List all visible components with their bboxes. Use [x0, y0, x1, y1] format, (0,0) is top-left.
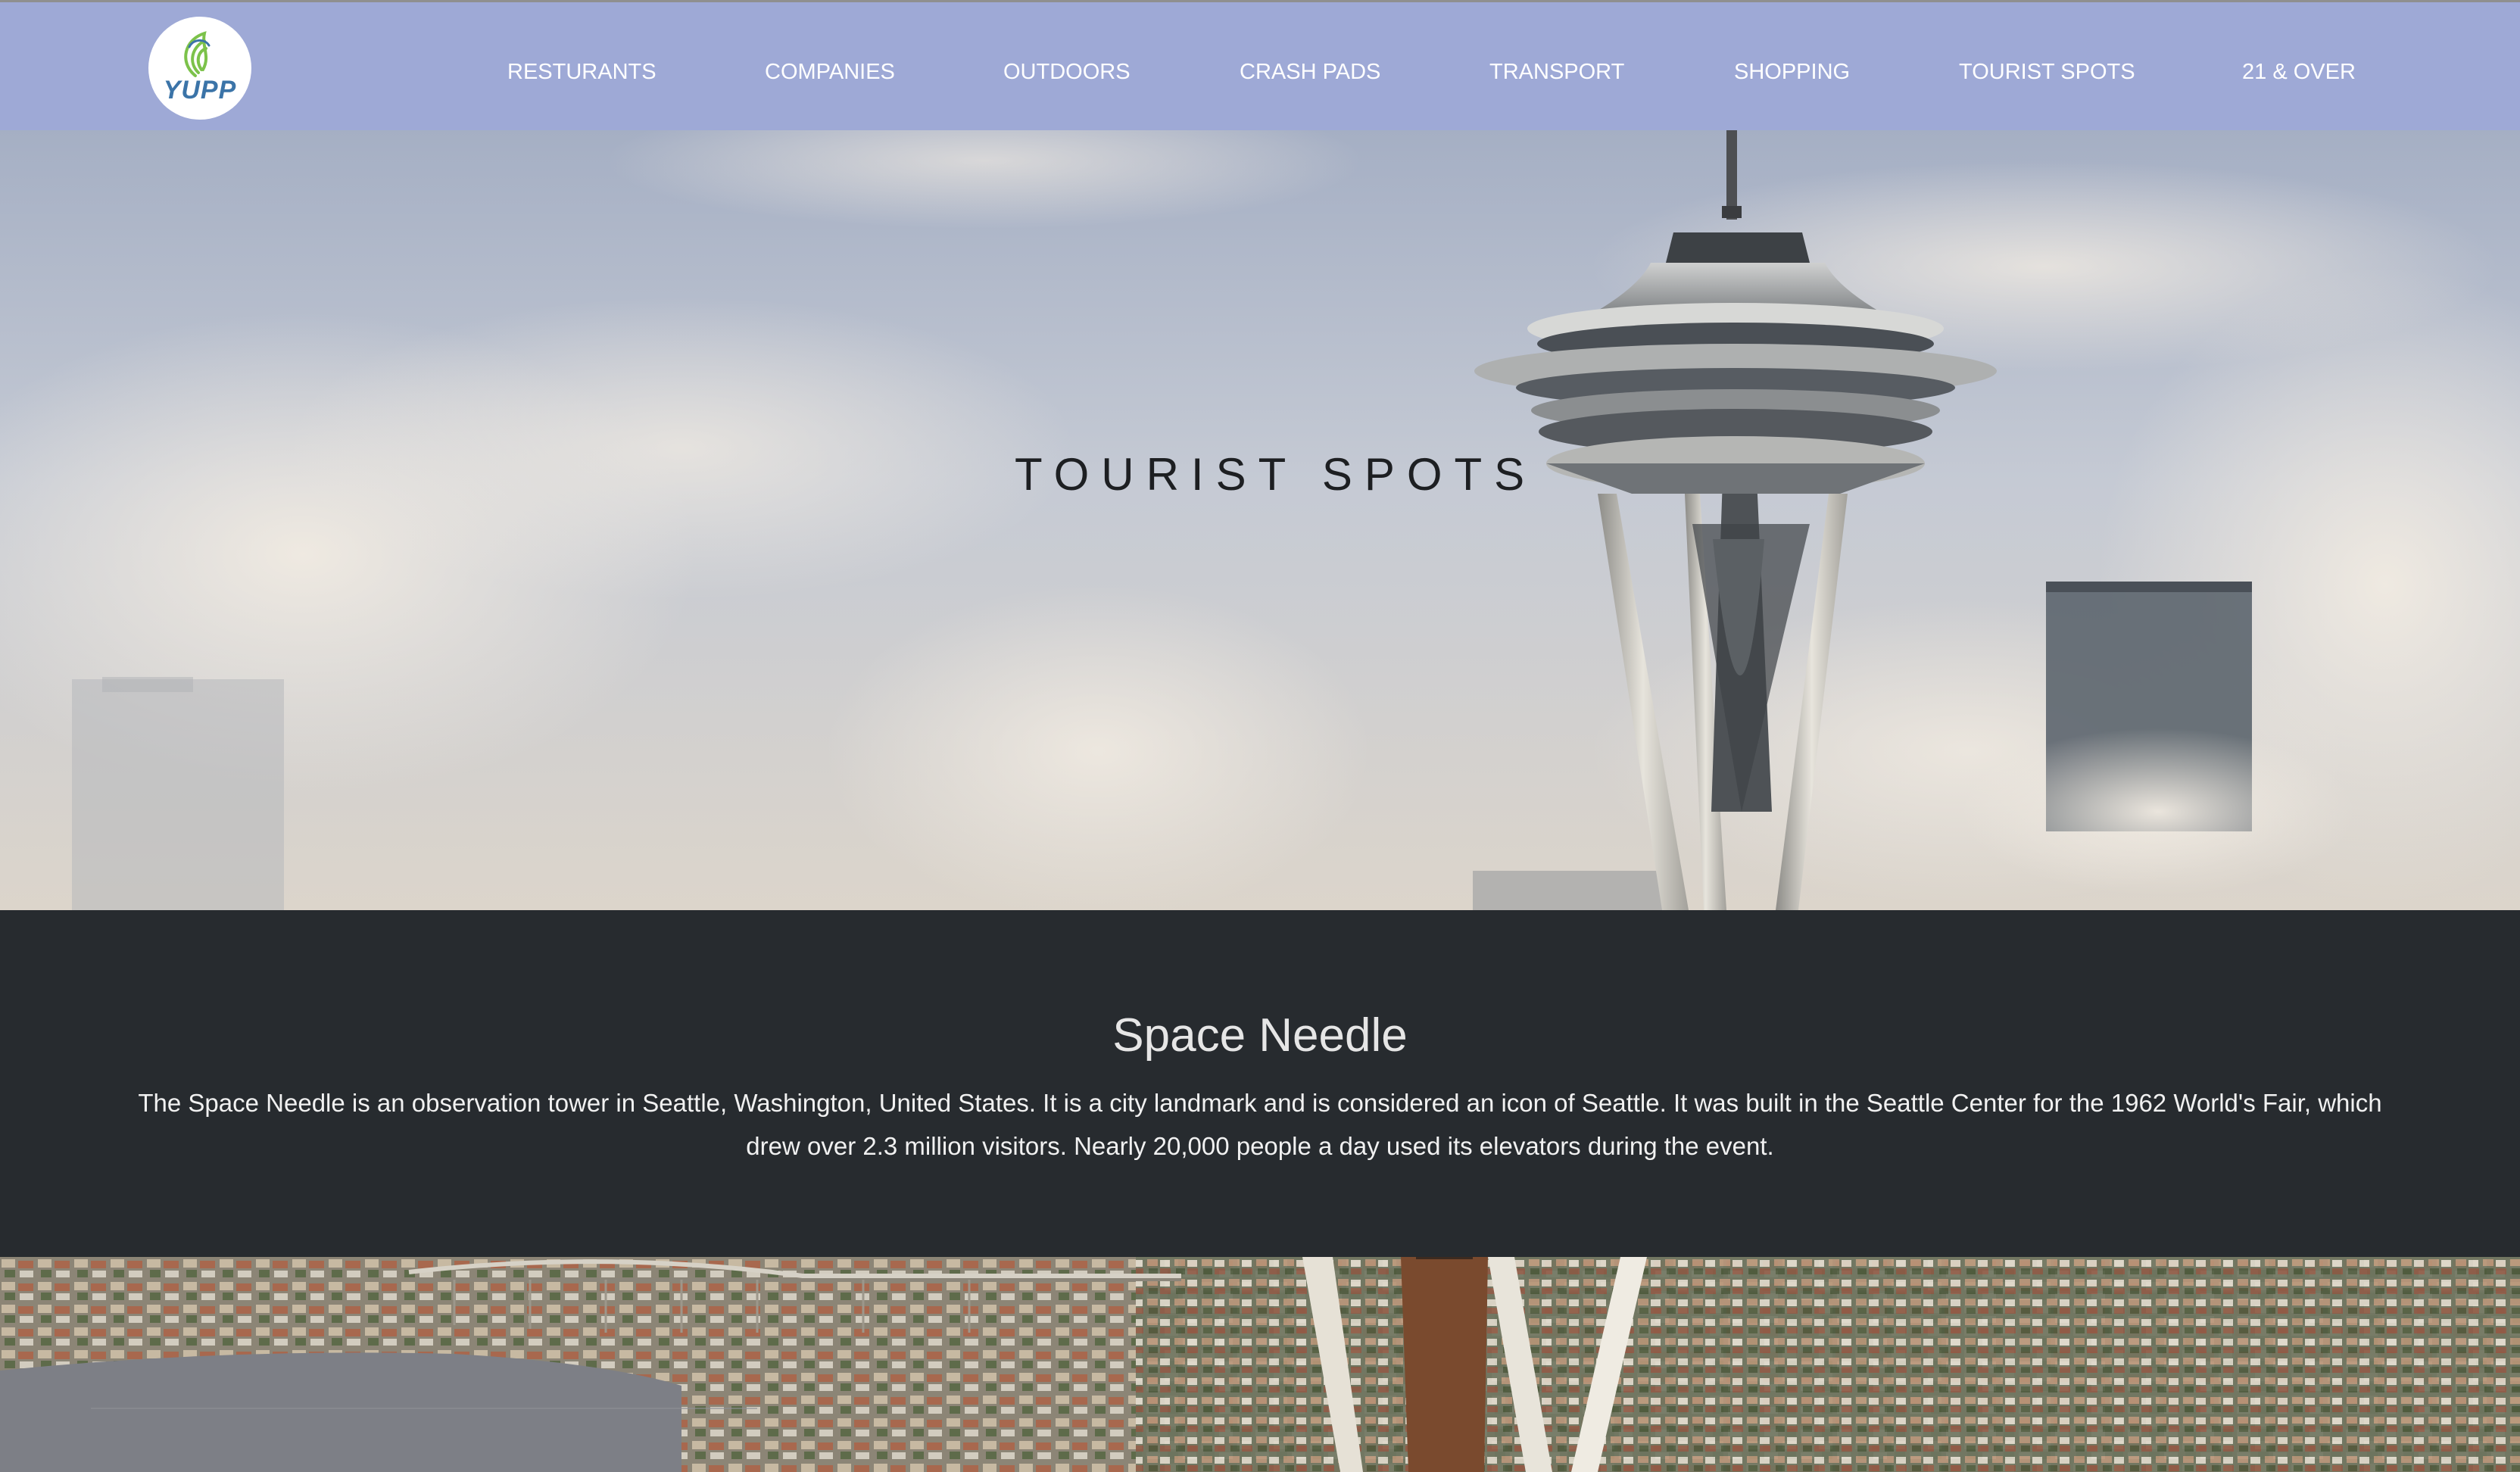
nav-item-shopping[interactable]: SHOPPING [1734, 57, 1850, 87]
logo-text: YUPP [163, 76, 237, 104]
nav-item-outdoors[interactable]: OUTDOORS [1003, 57, 1131, 87]
nav-item-resturants[interactable]: RESTURANTS [507, 57, 657, 87]
city-aerial-image [0, 1257, 2520, 1472]
hero-title: TOURIST SPOTS [1015, 449, 1537, 500]
hero-banner: TOURIST SPOTS [0, 130, 2520, 910]
navbar: YUPP RESTURANTS COMPANIES OUTDOORS CRASH… [0, 0, 2520, 130]
spot-info-section: Space Needle The Space Needle is an obse… [0, 910, 2520, 1257]
yupp-logo-icon[interactable]: YUPP [148, 17, 251, 120]
nav-item-transport[interactable]: TRANSPORT [1489, 57, 1624, 87]
nav-item-21-and-over[interactable]: 21 & OVER [2242, 57, 2356, 87]
nav-item-companies[interactable]: COMPANIES [765, 57, 895, 87]
nav-item-crash-pads[interactable]: CRASH PADS [1240, 57, 1380, 87]
spot-title: Space Needle [1112, 1009, 1408, 1062]
space-needle-hero-image [0, 130, 2520, 910]
spot-description: The Space Needle is an observation tower… [138, 1089, 2382, 1160]
city-aerial-photo [0, 1257, 2520, 1472]
nav-item-tourist-spots[interactable]: TOURIST SPOTS [1959, 57, 2135, 87]
